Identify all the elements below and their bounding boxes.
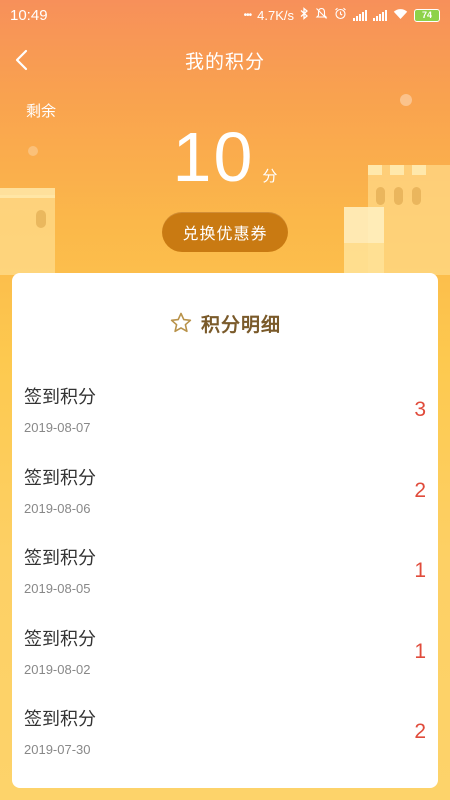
record-title: 签到积分 xyxy=(24,548,96,569)
record-date: 2019-08-06 xyxy=(24,500,91,516)
record-points: 1 xyxy=(414,559,426,582)
list-item: 签到积分 2019-08-07 3 xyxy=(12,373,438,454)
list-item: 签到积分 2019-08-06 2 xyxy=(12,454,438,535)
record-date: 2019-08-02 xyxy=(24,661,91,677)
status-icons: ••• 4.7K/s 74 xyxy=(244,7,440,23)
points-detail-card: 积分明细 签到积分 2019-08-07 3 签到积分 2019-08-06 2… xyxy=(12,273,438,788)
decor-bubble xyxy=(400,94,412,106)
list-item: 签到积分 2019-07-30 2 xyxy=(12,695,438,776)
points-summary: 10 分 xyxy=(0,118,450,196)
status-time: 10:49 xyxy=(10,6,48,24)
network-speed: 4.7K/s xyxy=(257,7,294,23)
dots-icon: ••• xyxy=(243,9,252,21)
record-date: 2019-07-30 xyxy=(24,742,91,757)
signal-icon xyxy=(353,9,367,21)
alarm-icon xyxy=(334,7,347,23)
signal-icon-2 xyxy=(373,9,387,21)
redeem-coupon-button[interactable]: 兑换优惠券 xyxy=(162,212,288,252)
wifi-icon xyxy=(393,8,408,23)
mute-icon xyxy=(315,7,328,23)
card-header: 积分明细 xyxy=(12,273,438,373)
bluetooth-icon xyxy=(300,7,309,23)
record-title: 签到积分 xyxy=(24,628,96,650)
card-title: 积分明细 xyxy=(200,313,281,336)
status-bar: 10:49 ••• 4.7K/s 74 xyxy=(0,0,450,30)
record-title: 签到积分 xyxy=(24,709,96,730)
record-points: 1 xyxy=(414,639,426,663)
points-value: 10 xyxy=(172,118,255,196)
record-title: 签到积分 xyxy=(24,387,96,408)
battery-icon: 74 xyxy=(414,8,440,22)
record-title: 签到积分 xyxy=(24,467,96,489)
points-unit: 分 xyxy=(262,167,278,185)
page-title: 我的积分 xyxy=(184,51,265,73)
record-points: 2 xyxy=(414,478,426,502)
record-date: 2019-08-05 xyxy=(24,581,91,596)
record-points: 3 xyxy=(414,398,426,421)
star-outline-icon xyxy=(170,312,192,333)
list-item: 签到积分 2019-08-02 1 xyxy=(12,615,438,696)
list-item: 签到积分 2019-08-05 1 xyxy=(12,534,438,615)
record-points: 2 xyxy=(414,720,426,743)
record-date: 2019-08-07 xyxy=(24,420,91,435)
